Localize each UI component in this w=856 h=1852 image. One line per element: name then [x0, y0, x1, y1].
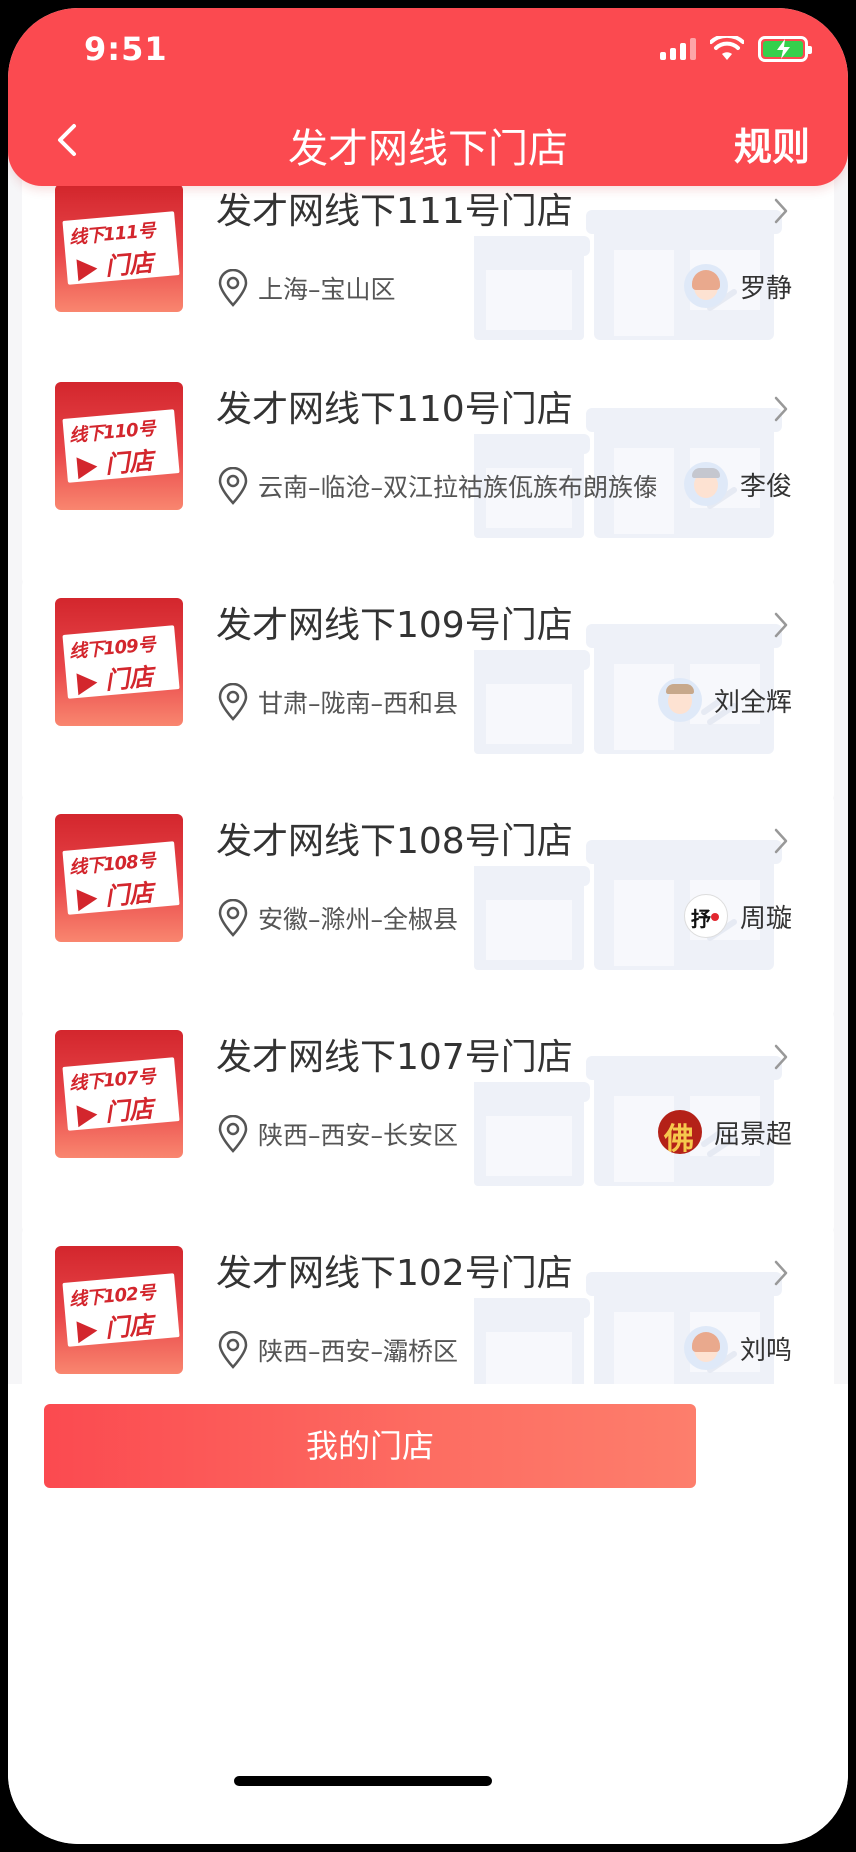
store-location: 陕西–西安–灞桥区: [216, 1330, 458, 1370]
store-owner: 刘鸣: [683, 1326, 792, 1370]
store-location: 云南–临沧–双江拉祜族佤族布朗族傣族自: [216, 466, 656, 506]
status-icons: [660, 36, 812, 62]
play-icon: [76, 1319, 99, 1344]
location-pin-icon: [218, 269, 248, 307]
store-owner: 抒 周璇: [683, 894, 792, 938]
store-logo: 线下110号 门店: [55, 382, 183, 510]
store-location-text: 陕西–西安–长安区: [258, 1121, 459, 1150]
store-location-text: 上海–宝山区: [258, 275, 396, 304]
chevron-right-icon: [774, 828, 788, 854]
store-location-text: 甘肃–陇南–西和县: [258, 689, 459, 718]
store-logo-text: 门店: [104, 1094, 155, 1127]
store-logo: 线下107号 门店: [55, 1030, 183, 1158]
store-card[interactable]: 线下110号 门店 发才网线下110号门店 云南–临沧–双江拉祜族佤族布朗族傣族…: [22, 360, 834, 588]
phone-frame: 线下111号 门店 发才网线下111号门店 上海–宝山区 罗静 线下110号 门…: [0, 0, 856, 1852]
home-indicator[interactable]: [234, 1776, 492, 1786]
store-location-text: 云南–临沧–双江拉祜族佤族布朗族傣族自: [258, 473, 656, 502]
avatar: [683, 462, 728, 506]
store-location-text: 安徽–滁州–全椒县: [258, 905, 459, 934]
status-time: 9:51: [84, 30, 168, 68]
cellular-signal-icon: [660, 38, 696, 60]
store-owner: 李俊: [683, 462, 792, 506]
store-logo-text: 门店: [104, 878, 155, 911]
store-owner: 罗静: [683, 264, 792, 308]
store-card[interactable]: 线下109号 门店 发才网线下109号门店 甘肃–陇南–西和县 刘全辉: [22, 576, 834, 804]
location-pin-icon: [218, 1331, 248, 1369]
store-card[interactable]: 线下111号 门店 发才网线下111号门店 上海–宝山区 罗静: [22, 162, 834, 390]
store-logo: 线下102号 门店: [55, 1246, 183, 1374]
chevron-right-icon: [774, 1044, 788, 1070]
store-logo-text: 门店: [104, 446, 155, 479]
play-icon: [76, 257, 99, 282]
play-icon: [76, 1103, 99, 1128]
rules-button[interactable]: 规则: [734, 116, 810, 171]
store-location: 上海–宝山区: [216, 268, 396, 308]
store-title: 发才网线下109号门店: [216, 605, 573, 646]
bottom-bar: 我的门店: [8, 1384, 848, 1844]
store-card[interactable]: 线下107号 门店 发才网线下107号门店 陕西–西安–长安区 佛 屈景超: [22, 1008, 834, 1236]
store-logo: 线下111号 门店: [55, 184, 183, 312]
owner-name: 刘鸣: [739, 1335, 792, 1366]
owner-name: 刘全辉: [713, 687, 792, 718]
store-title: 发才网线下111号门店: [216, 191, 573, 232]
store-owner: 佛 屈景超: [657, 1110, 792, 1154]
store-logo: 线下108号 门店: [55, 814, 183, 942]
chevron-right-icon: [774, 612, 788, 638]
avatar: [683, 1326, 728, 1370]
location-pin-icon: [218, 467, 248, 505]
store-logo: 线下109号 门店: [55, 598, 183, 726]
location-pin-icon: [218, 683, 248, 721]
battery-icon: [758, 36, 812, 62]
play-icon: [76, 671, 99, 696]
store-location: 甘肃–陇南–西和县: [216, 682, 458, 722]
store-title: 发才网线下102号门店: [216, 1253, 573, 1294]
nav-header: 9:51 发才网线下门店 规则: [8, 8, 848, 186]
owner-name: 屈景超: [713, 1119, 792, 1150]
store-title: 发才网线下110号门店: [216, 389, 573, 430]
owner-name: 周璇: [739, 903, 792, 934]
store-location: 安徽–滁州–全椒县: [216, 898, 458, 938]
store-title: 发才网线下108号门店: [216, 821, 573, 862]
avatar: 抒: [683, 894, 728, 938]
play-icon: [76, 455, 99, 480]
avatar: [657, 678, 702, 722]
chevron-right-icon: [774, 396, 788, 422]
chevron-right-icon: [774, 198, 788, 224]
store-logo-text: 门店: [104, 248, 155, 281]
wifi-icon: [710, 36, 744, 60]
location-pin-icon: [218, 1115, 248, 1153]
store-logo-text: 门店: [104, 1310, 155, 1343]
my-store-button[interactable]: 我的门店: [44, 1404, 696, 1488]
owner-name: 李俊: [739, 471, 792, 502]
avatar: 佛: [657, 1110, 702, 1154]
avatar: [683, 264, 728, 308]
play-icon: [76, 887, 99, 912]
store-owner: 刘全辉: [657, 678, 792, 722]
location-pin-icon: [218, 899, 248, 937]
page-title: 发才网线下门店: [288, 126, 568, 172]
store-card[interactable]: 线下108号 门店 发才网线下108号门店 安徽–滁州–全椒县 抒 周璇: [22, 792, 834, 1020]
store-title: 发才网线下107号门店: [216, 1037, 573, 1078]
owner-name: 罗静: [739, 273, 792, 304]
store-location: 陕西–西安–长安区: [216, 1114, 458, 1154]
store-logo-text: 门店: [104, 662, 155, 695]
screen: 线下111号 门店 发才网线下111号门店 上海–宝山区 罗静 线下110号 门…: [8, 8, 848, 1844]
chevron-right-icon: [774, 1260, 788, 1286]
store-location-text: 陕西–西安–灞桥区: [258, 1337, 459, 1366]
